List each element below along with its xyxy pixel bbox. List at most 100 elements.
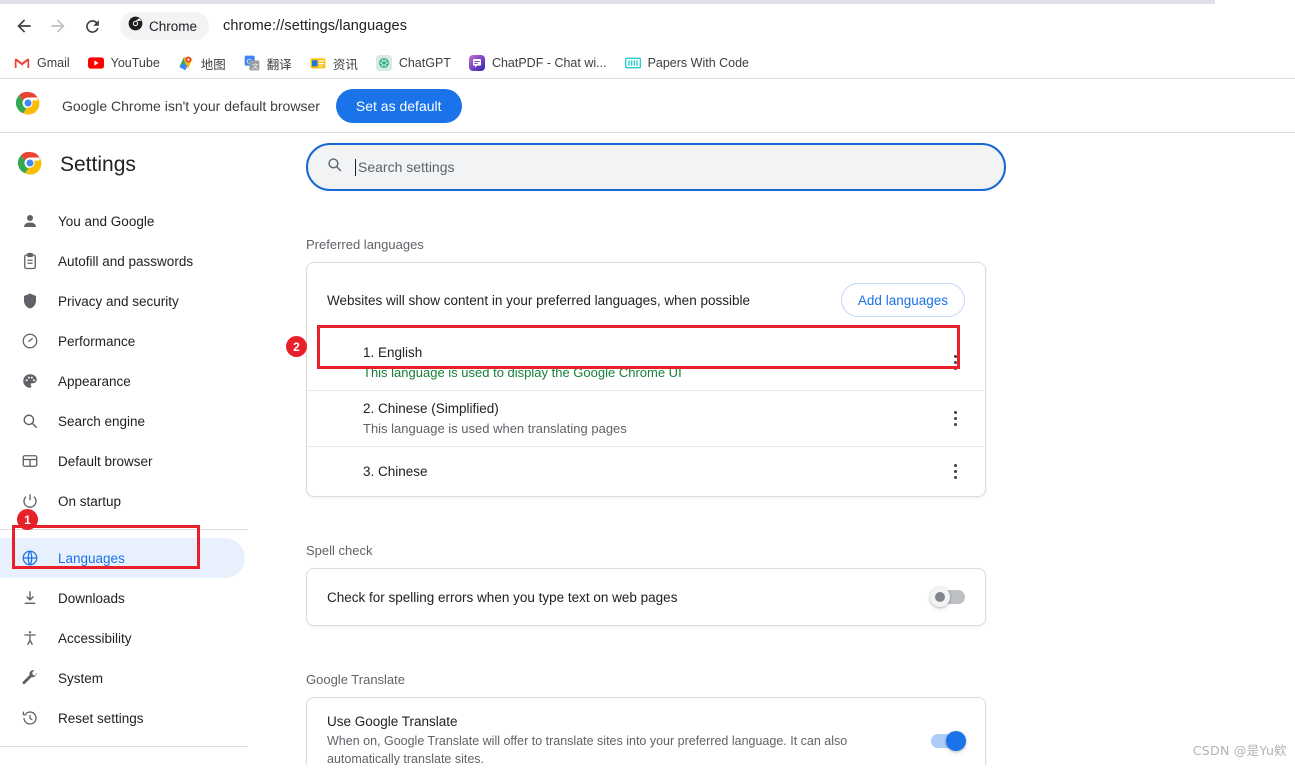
set-as-default-button[interactable]: Set as default bbox=[335, 88, 462, 123]
bookmark-label: ChatPDF - Chat wi... bbox=[491, 56, 607, 70]
speedometer-icon bbox=[20, 331, 40, 351]
sidebar-item-system[interactable]: System bbox=[0, 658, 280, 698]
spell-check-row[interactable]: Check for spelling errors when you type … bbox=[307, 569, 985, 625]
settings-page: Settings You and Google Autofill and pas… bbox=[0, 133, 1295, 765]
sidebar-item-you-and-google[interactable]: You and Google bbox=[0, 201, 280, 241]
language-row-chinese[interactable]: 3. Chinese bbox=[307, 446, 985, 496]
sidebar-item-performance[interactable]: Performance bbox=[0, 321, 280, 361]
annotation-badge-1: 1 bbox=[17, 509, 38, 530]
reload-button[interactable] bbox=[76, 10, 108, 42]
bookmark-youtube[interactable]: YouTube bbox=[80, 51, 168, 75]
google-translate-label: Use Google Translate bbox=[327, 714, 458, 729]
youtube-icon bbox=[87, 55, 104, 71]
sidebar-item-label: System bbox=[58, 670, 104, 686]
language-name: 3. Chinese bbox=[363, 464, 428, 479]
address-bar-url[interactable]: chrome://settings/languages bbox=[223, 18, 407, 34]
bookmark-gmail[interactable]: Gmail bbox=[6, 51, 78, 75]
search-settings-box[interactable]: Search settings bbox=[306, 143, 1006, 191]
chatpdf-icon bbox=[468, 55, 485, 71]
annotation-badge-2: 2 bbox=[286, 336, 307, 357]
bookmark-news[interactable]: 资讯 bbox=[302, 50, 366, 77]
sidebar-item-label: Privacy and security bbox=[58, 293, 179, 309]
bookmarks-bar: Gmail YouTube 地图 G 文 翻译 资讯 ChatGPT ChatP… bbox=[0, 48, 1295, 78]
search-text-caret bbox=[355, 158, 356, 176]
google-translate-row[interactable]: Use Google Translate When on, Google Tra… bbox=[307, 698, 985, 765]
bookmark-label: YouTube bbox=[110, 56, 160, 70]
google-translate-toggle[interactable] bbox=[931, 731, 966, 751]
language-subtext: This language is used when translating p… bbox=[363, 421, 627, 436]
three-dot-menu-icon[interactable] bbox=[941, 349, 969, 377]
address-bar[interactable]: Chrome chrome://settings/languages bbox=[116, 10, 1287, 42]
omnibox-chrome-chip[interactable]: Chrome bbox=[120, 12, 210, 40]
sidebar-item-label: You and Google bbox=[58, 213, 155, 229]
back-button[interactable] bbox=[8, 10, 40, 42]
reload-icon bbox=[83, 17, 102, 36]
shield-icon bbox=[20, 291, 40, 311]
accessibility-icon bbox=[20, 628, 40, 648]
sidebar-divider-bottom bbox=[0, 746, 248, 747]
google-translate-description: When on, Google Translate will offer to … bbox=[327, 734, 848, 765]
sidebar-item-downloads[interactable]: Downloads bbox=[0, 578, 280, 618]
chrome-logo-icon bbox=[15, 91, 40, 120]
add-languages-button[interactable]: Add languages bbox=[840, 283, 965, 317]
bookmark-chatpdf[interactable]: ChatPDF - Chat wi... bbox=[461, 51, 615, 75]
sidebar-item-search-engine[interactable]: Search engine bbox=[0, 401, 280, 441]
wrench-icon bbox=[20, 668, 40, 688]
search-input[interactable]: Search settings bbox=[358, 159, 455, 175]
language-name: 2. Chinese (Simplified) bbox=[363, 401, 499, 416]
spell-check-toggle[interactable] bbox=[930, 587, 965, 607]
sidebar-item-label: Downloads bbox=[58, 590, 125, 606]
google-translate-card: Use Google Translate When on, Google Tra… bbox=[306, 697, 986, 765]
google-translate-icon: G 文 bbox=[244, 55, 260, 71]
spell-check-label: Check for spelling errors when you type … bbox=[327, 589, 678, 605]
google-news-icon bbox=[310, 55, 326, 71]
chatgpt-icon bbox=[375, 55, 392, 71]
settings-nav-list: You and Google Autofill and passwords Pr… bbox=[0, 201, 280, 747]
settings-sidebar: Settings You and Google Autofill and pas… bbox=[0, 133, 280, 765]
sidebar-item-label: Accessibility bbox=[58, 630, 132, 646]
bookmark-maps[interactable]: 地图 bbox=[170, 50, 234, 77]
browser-window-icon bbox=[20, 451, 40, 471]
sidebar-item-autofill-and-passwords[interactable]: Autofill and passwords bbox=[0, 241, 280, 281]
preferred-languages-card: Websites will show content in your prefe… bbox=[306, 262, 986, 497]
section-title-preferred-languages: Preferred languages bbox=[306, 237, 424, 252]
sidebar-item-appearance[interactable]: Appearance bbox=[0, 361, 280, 401]
language-name: 1. English bbox=[363, 345, 423, 360]
bookmark-chatgpt[interactable]: ChatGPT bbox=[368, 51, 459, 75]
bookmark-label: Papers With Code bbox=[647, 56, 749, 70]
bookmark-papers-with-code[interactable]: Papers With Code bbox=[617, 51, 757, 75]
power-icon bbox=[20, 491, 40, 511]
page-title: Settings bbox=[60, 153, 136, 176]
back-arrow-icon bbox=[14, 16, 34, 36]
sidebar-item-privacy-and-security[interactable]: Privacy and security bbox=[0, 281, 280, 321]
sidebar-item-reset-settings[interactable]: Reset settings bbox=[0, 698, 280, 738]
preferred-languages-header: Websites will show content in your prefe… bbox=[307, 263, 985, 335]
download-icon bbox=[20, 588, 40, 608]
sidebar-item-default-browser[interactable]: Default browser bbox=[0, 441, 280, 481]
sidebar-item-label: Reset settings bbox=[58, 710, 144, 726]
sidebar-divider bbox=[0, 529, 248, 530]
sidebar-item-label: Default browser bbox=[58, 453, 153, 469]
bookmark-label: Gmail bbox=[37, 56, 70, 70]
google-maps-icon bbox=[178, 55, 194, 71]
sidebar-item-label: Search engine bbox=[58, 413, 146, 429]
google-translate-text: Use Google Translate When on, Google Tra… bbox=[327, 714, 897, 765]
gmail-icon bbox=[14, 55, 30, 71]
sidebar-item-on-startup[interactable]: On startup 1 bbox=[0, 481, 280, 530]
language-row-chinese-simplified[interactable]: 2. Chinese (Simplified) This language is… bbox=[307, 390, 985, 446]
sidebar-item-label: Appearance bbox=[58, 373, 131, 389]
three-dot-menu-icon[interactable] bbox=[941, 458, 969, 486]
bookmark-label: 翻译 bbox=[266, 57, 292, 72]
language-row-english[interactable]: 1. English This language is used to disp… bbox=[307, 335, 985, 390]
bookmark-translate[interactable]: G 文 翻译 bbox=[236, 50, 300, 77]
papers-with-code-icon bbox=[624, 55, 641, 71]
settings-main: Search settings Preferred languages Webs… bbox=[280, 133, 1295, 765]
bookmark-label: 资讯 bbox=[332, 57, 358, 72]
sidebar-item-accessibility[interactable]: Accessibility bbox=[0, 618, 280, 658]
forward-button[interactable] bbox=[42, 10, 74, 42]
sidebar-item-languages[interactable]: Languages bbox=[0, 538, 245, 578]
three-dot-menu-icon[interactable] bbox=[941, 405, 969, 433]
browser-toolbar: Chrome chrome://settings/languages bbox=[0, 4, 1295, 48]
chrome-glyph-icon bbox=[128, 16, 143, 36]
search-icon bbox=[326, 156, 343, 178]
